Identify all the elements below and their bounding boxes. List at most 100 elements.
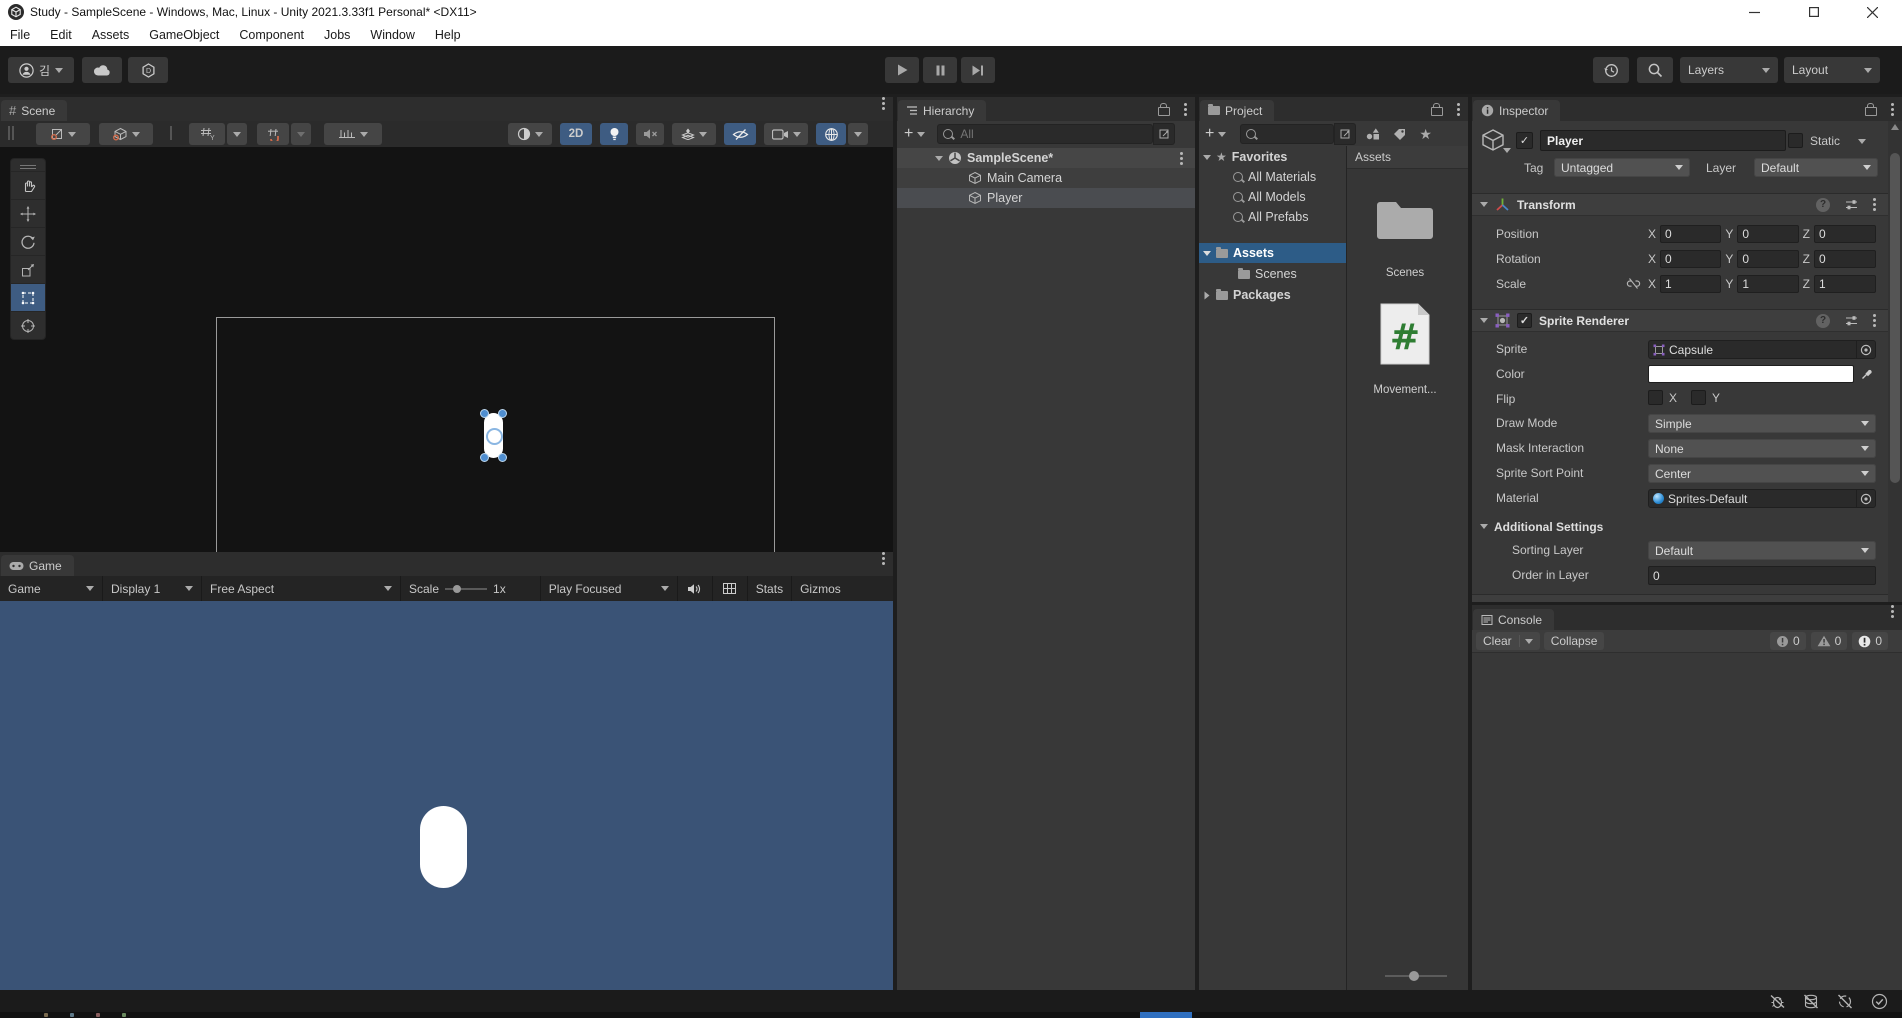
project-search-field[interactable] — [1240, 124, 1335, 144]
favorites-filter-icon[interactable]: ★ — [1419, 127, 1432, 141]
rotation-x-field[interactable]: 0 — [1660, 250, 1722, 268]
tab-hierarchy[interactable]: Hierarchy — [898, 100, 987, 121]
scale-z-field[interactable]: 1 — [1814, 275, 1876, 293]
tab-console[interactable]: Console — [1473, 609, 1555, 630]
console-menu-icon[interactable] — [1891, 610, 1894, 613]
warning-count-badge[interactable]: 0 — [1810, 632, 1848, 650]
account-button[interactable]: 김 — [8, 57, 74, 83]
effects-button[interactable] — [672, 123, 716, 145]
transform-header[interactable]: Transform — [1472, 193, 1902, 216]
position-x-field[interactable]: 0 — [1660, 225, 1722, 243]
hierarchy-row-player[interactable]: Player — [897, 188, 1195, 208]
gameobject-header-icon[interactable] — [1480, 127, 1511, 153]
rotation-z-field[interactable]: 0 — [1814, 250, 1876, 268]
foldout-icon[interactable] — [1480, 524, 1488, 529]
lock-icon[interactable] — [1431, 103, 1443, 116]
eyedropper-icon[interactable] — [1858, 368, 1876, 380]
search-by-type-icon[interactable] — [1366, 128, 1380, 140]
add-object-dropdown[interactable] — [917, 131, 926, 137]
sprite-renderer-header[interactable]: Sprite Renderer — [1472, 309, 1902, 332]
layers-dropdown[interactable]: Layers — [1680, 57, 1778, 83]
object-picker-icon[interactable] — [1856, 490, 1875, 507]
scene-viewport[interactable] — [0, 147, 893, 552]
zoom-slider-knob[interactable] — [1409, 971, 1419, 981]
search-by-label-icon[interactable] — [1393, 128, 1406, 140]
layout-dropdown[interactable]: Layout — [1784, 57, 1880, 83]
rotate-tool[interactable] — [11, 227, 45, 255]
folder-tile-label[interactable]: Scenes — [1347, 267, 1463, 279]
hierarchy-menu-icon[interactable] — [1184, 107, 1187, 111]
display-dropdown[interactable]: Display 1 — [103, 576, 202, 601]
position-y-field[interactable]: 0 — [1737, 225, 1799, 243]
color-swatch[interactable] — [1648, 365, 1854, 383]
sorting-layer-dropdown[interactable]: Default — [1648, 541, 1876, 560]
presets-icon[interactable] — [1845, 199, 1858, 210]
maximize-button[interactable] — [1784, 0, 1843, 24]
foldout-icon[interactable] — [1480, 202, 1488, 207]
add-asset-button[interactable]: + — [1205, 126, 1214, 142]
cache-server-status-icon[interactable] — [1799, 992, 1823, 1010]
close-button[interactable] — [1843, 0, 1902, 24]
snap-increment-button[interactable] — [324, 123, 382, 145]
script-tile-label[interactable]: Movement... — [1347, 384, 1463, 396]
taskbar-app-icon[interactable] — [70, 1013, 74, 1017]
undo-history-button[interactable] — [1593, 57, 1629, 83]
play-focused-dropdown[interactable]: Play Focused — [539, 576, 678, 601]
inspector-scrollbar[interactable] — [1888, 121, 1902, 602]
static-checkbox[interactable] — [1788, 133, 1803, 148]
hierarchy-search-input[interactable] — [958, 126, 1148, 142]
scale-y-field[interactable]: 1 — [1737, 275, 1799, 293]
project-search-input[interactable] — [1261, 126, 1329, 142]
static-dropdown[interactable] — [1858, 139, 1866, 144]
foldout-collapsed-icon[interactable] — [1204, 291, 1210, 299]
scrollbar-thumb[interactable] — [1890, 153, 1900, 483]
transform-tool[interactable] — [11, 311, 45, 339]
scene-row-menu-icon[interactable] — [1180, 156, 1183, 160]
scale-slider-knob[interactable] — [453, 584, 462, 593]
draw-mode-dropdown[interactable]: Simple — [1648, 414, 1876, 433]
foldout-icon[interactable] — [1203, 250, 1211, 256]
menu-edit[interactable]: Edit — [40, 24, 82, 46]
layer-dropdown[interactable]: Default — [1754, 158, 1878, 177]
clear-button[interactable]: Clear — [1476, 632, 1540, 650]
version-control-button[interactable]: D — [128, 57, 168, 83]
tab-scene[interactable]: # Scene — [1, 100, 68, 121]
hierarchy-search-field[interactable] — [937, 124, 1154, 144]
game-target-dropdown[interactable]: Game — [0, 576, 103, 601]
tab-inspector[interactable]: Inspector — [1473, 100, 1561, 121]
move-tool[interactable] — [11, 199, 45, 227]
add-asset-dropdown[interactable] — [1218, 131, 1227, 137]
link-broken-icon[interactable] — [1626, 278, 1641, 289]
rect-handle-bottom-left[interactable] — [480, 453, 489, 462]
help-icon[interactable] — [1816, 197, 1830, 212]
game-menu-icon[interactable] — [882, 557, 885, 560]
play-button[interactable] — [885, 57, 919, 83]
collapse-button[interactable]: Collapse — [1543, 632, 1605, 650]
add-object-button[interactable]: + — [904, 126, 913, 142]
debugger-status-icon[interactable] — [1765, 992, 1789, 1010]
order-in-layer-field[interactable]: 0 — [1648, 566, 1876, 585]
lock-icon[interactable] — [1865, 103, 1877, 116]
taskbar-active-app[interactable] — [1140, 1012, 1192, 1018]
scene-menu-icon[interactable] — [882, 102, 885, 105]
stats-button[interactable]: Stats — [748, 576, 793, 601]
project-row-all-materials[interactable]: All Materials — [1199, 167, 1346, 187]
sprite-object-field[interactable]: Capsule — [1648, 340, 1876, 359]
step-button[interactable] — [961, 57, 995, 83]
zoom-slider[interactable] — [1385, 971, 1447, 981]
grid-visibility-button[interactable]: Y — [189, 123, 225, 145]
error-count-badge[interactable]: 0 — [1852, 632, 1888, 650]
aspect-dropdown[interactable]: Free Aspect — [202, 576, 401, 601]
menu-jobs[interactable]: Jobs — [314, 24, 360, 46]
scene-lighting-button[interactable] — [600, 123, 628, 145]
scale-tool[interactable] — [11, 255, 45, 283]
position-z-field[interactable]: 0 — [1814, 225, 1876, 243]
cloud-button[interactable] — [82, 57, 122, 83]
component-enabled-checkbox[interactable] — [1517, 313, 1532, 328]
vsync-button[interactable] — [713, 576, 748, 601]
scene-visibility-button[interactable] — [724, 123, 756, 145]
menu-component[interactable]: Component — [229, 24, 314, 46]
menu-help[interactable]: Help — [425, 24, 471, 46]
taskbar-app-icon[interactable] — [44, 1013, 48, 1017]
hand-tool[interactable] — [11, 171, 45, 199]
